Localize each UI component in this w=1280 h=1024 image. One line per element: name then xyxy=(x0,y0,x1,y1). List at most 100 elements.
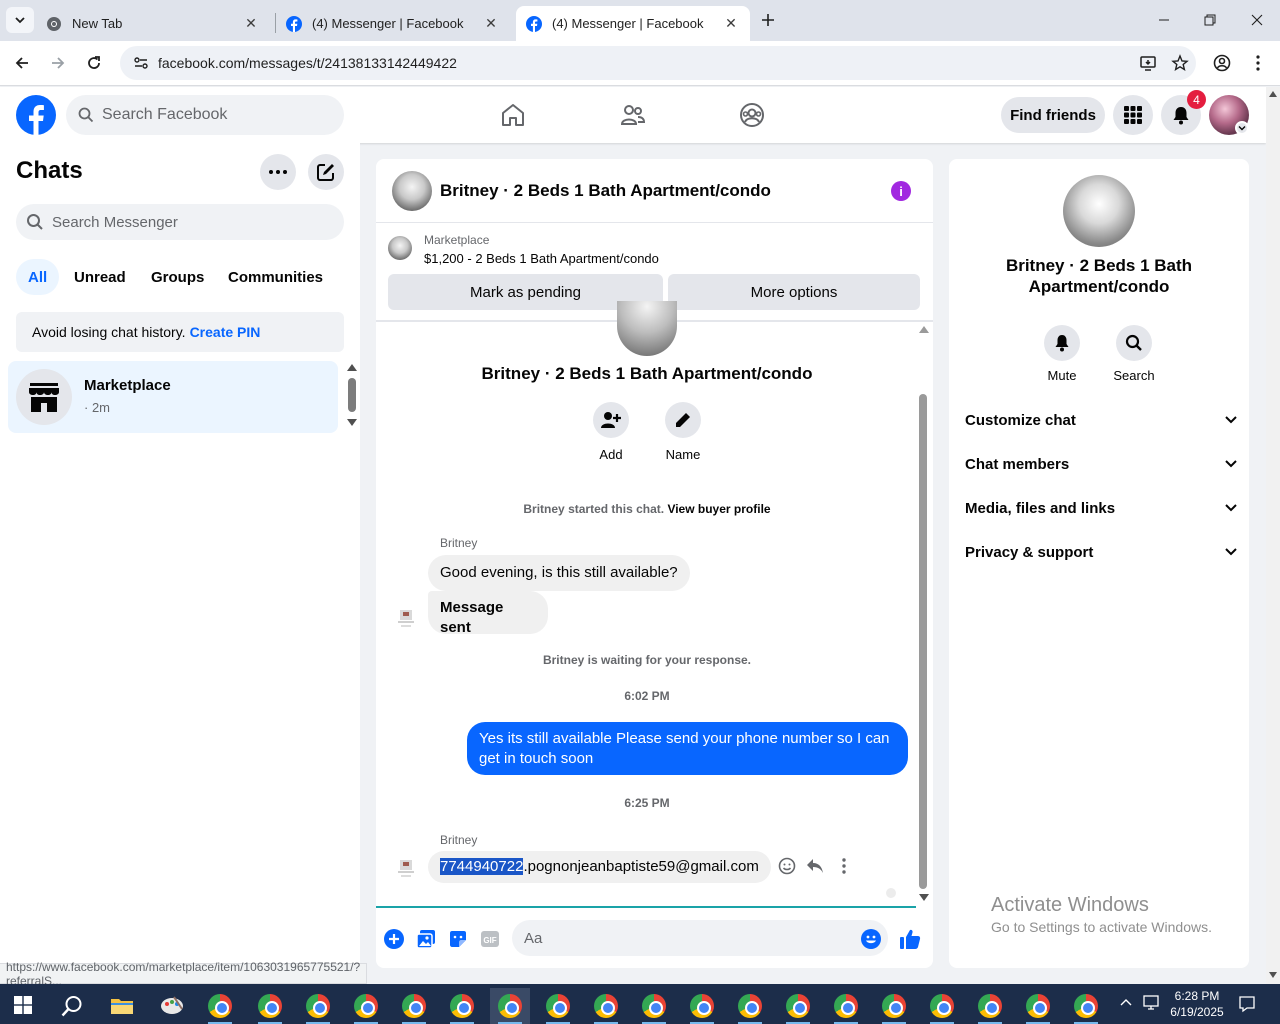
search-in-chat-button[interactable]: Search xyxy=(1104,325,1164,383)
taskbar-chrome[interactable] xyxy=(442,988,482,1024)
filter-unread[interactable]: Unread xyxy=(62,259,138,295)
media-files-links-section[interactable]: Media, files and links xyxy=(965,496,1237,520)
outgoing-message[interactable]: Yes its still available Please send your… xyxy=(467,722,908,775)
scroll-down-arrow-icon[interactable] xyxy=(1269,972,1277,978)
close-icon[interactable]: ✕ xyxy=(722,15,740,33)
tab-messenger-2[interactable]: (4) Messenger | Facebook ✕ xyxy=(516,6,750,41)
page-scrollbar[interactable] xyxy=(1266,87,1280,984)
restore-button[interactable] xyxy=(1187,0,1233,40)
listing-title[interactable]: $1,200 - 2 Beds 1 Bath Apartment/condo xyxy=(424,251,659,266)
scroll-up-arrow-icon[interactable] xyxy=(347,364,357,371)
install-app-icon[interactable] xyxy=(1132,47,1164,79)
taskbar-chrome[interactable] xyxy=(970,988,1010,1024)
minimize-button[interactable] xyxy=(1141,0,1187,40)
messenger-search-input[interactable]: Search Messenger xyxy=(16,204,344,240)
info-icon[interactable]: i xyxy=(891,181,911,201)
more-actions-plus-icon[interactable] xyxy=(383,928,405,950)
attach-photo-icon[interactable] xyxy=(415,928,437,950)
site-info-icon[interactable] xyxy=(126,55,156,71)
new-message-button[interactable] xyxy=(308,154,344,190)
close-icon[interactable]: ✕ xyxy=(482,15,500,33)
close-window-button[interactable] xyxy=(1234,0,1280,40)
scroll-up-arrow-icon[interactable] xyxy=(1269,91,1277,97)
reload-button[interactable] xyxy=(80,49,108,77)
selected-text[interactable]: 7744940722 xyxy=(440,858,524,875)
nav-groups[interactable] xyxy=(735,99,769,131)
menu-button[interactable] xyxy=(1113,95,1153,135)
add-people-button[interactable]: Add xyxy=(581,402,641,462)
mute-button[interactable]: Mute xyxy=(1032,325,1092,383)
customize-chat-section[interactable]: Customize chat xyxy=(965,408,1237,432)
create-pin-link[interactable]: Create PIN xyxy=(190,324,261,340)
like-thumbs-up-icon[interactable] xyxy=(899,928,921,950)
taskbar-chrome[interactable] xyxy=(250,988,290,1024)
filter-communities[interactable]: Communities xyxy=(216,259,335,295)
chevron-up-icon[interactable] xyxy=(1120,998,1132,1006)
view-buyer-profile-link[interactable]: View buyer profile xyxy=(667,502,770,516)
new-tab-button[interactable] xyxy=(756,8,780,32)
taskbar-chrome[interactable] xyxy=(538,988,578,1024)
close-icon[interactable]: ✕ xyxy=(242,15,260,33)
message-input[interactable]: Aa xyxy=(512,920,888,956)
profile-button[interactable] xyxy=(1208,49,1236,77)
account-caret[interactable] xyxy=(1235,121,1249,135)
taskbar-chrome[interactable] xyxy=(1018,988,1058,1024)
taskbar-chrome[interactable] xyxy=(298,988,338,1024)
scroll-down-arrow-icon[interactable] xyxy=(919,894,929,901)
filter-all[interactable]: All xyxy=(16,259,60,295)
windows-start-icon[interactable] xyxy=(14,996,32,1014)
notification-center-icon[interactable] xyxy=(1238,995,1256,1013)
sticker-icon[interactable] xyxy=(447,928,469,950)
chat-members-section[interactable]: Chat members xyxy=(965,452,1237,476)
gif-icon[interactable]: GIF xyxy=(479,928,501,950)
address-bar[interactable]: facebook.com/messages/t/2413813314244942… xyxy=(120,46,1196,80)
conversation-scrollbar[interactable] xyxy=(919,394,927,889)
network-icon[interactable] xyxy=(1143,995,1161,1011)
nav-home[interactable] xyxy=(496,99,530,131)
taskbar-search-button[interactable] xyxy=(52,988,92,1024)
edit-name-button[interactable]: Name xyxy=(653,402,713,462)
listing-thumbnail[interactable] xyxy=(392,171,432,211)
chat-info-avatar[interactable] xyxy=(1063,175,1135,247)
chat-list-item[interactable]: Marketplace · 2m xyxy=(8,361,338,433)
taskbar-chrome[interactable] xyxy=(682,988,722,1024)
tab-search-button[interactable] xyxy=(6,7,34,33)
back-button[interactable] xyxy=(8,49,36,77)
taskbar-chrome[interactable] xyxy=(826,988,866,1024)
incoming-message[interactable]: Message sent xyxy=(428,591,548,636)
taskbar-chrome-active[interactable] xyxy=(490,988,530,1024)
chat-options-button[interactable] xyxy=(260,154,296,190)
taskbar-chrome[interactable] xyxy=(874,988,914,1024)
privacy-support-section[interactable]: Privacy & support xyxy=(965,540,1237,564)
taskbar-chrome[interactable] xyxy=(200,988,240,1024)
bookmark-star-icon[interactable] xyxy=(1164,47,1196,79)
taskbar-chrome[interactable] xyxy=(586,988,626,1024)
filter-groups[interactable]: Groups xyxy=(139,259,216,295)
scroll-down-arrow-icon[interactable] xyxy=(347,419,357,426)
incoming-message[interactable]: 7744940722.pognonjeanbaptiste59@gmail.co… xyxy=(428,851,771,883)
taskbar-chrome[interactable] xyxy=(1066,988,1106,1024)
more-vertical-icon[interactable] xyxy=(842,858,846,874)
system-clock[interactable]: 6:28 PM 6/19/2025 xyxy=(1160,988,1234,1020)
conversation-title[interactable]: Britney · 2 Beds 1 Bath Apartment/condo xyxy=(440,181,771,201)
incoming-message[interactable]: Good evening, is this still available? xyxy=(428,555,690,591)
tab-messenger-1[interactable]: (4) Messenger | Facebook ✕ xyxy=(276,6,510,41)
forward-button[interactable] xyxy=(44,49,72,77)
taskbar-chrome[interactable] xyxy=(922,988,962,1024)
tab-new-tab[interactable]: New Tab ✕ xyxy=(36,6,270,41)
taskbar-chrome[interactable] xyxy=(634,988,674,1024)
taskbar-chrome[interactable] xyxy=(346,988,386,1024)
emoji-icon[interactable] xyxy=(860,928,882,950)
react-smiley-icon[interactable] xyxy=(778,857,796,875)
chat-list-scrollbar[interactable] xyxy=(348,378,356,412)
reply-icon[interactable] xyxy=(806,858,824,874)
browser-menu-button[interactable] xyxy=(1244,49,1272,77)
nav-friends[interactable] xyxy=(616,99,650,131)
taskbar-chrome[interactable] xyxy=(778,988,818,1024)
taskbar-chrome[interactable] xyxy=(730,988,770,1024)
taskbar-chrome[interactable] xyxy=(394,988,434,1024)
taskbar-file-explorer[interactable] xyxy=(102,988,142,1024)
facebook-logo-icon[interactable] xyxy=(16,95,56,135)
scroll-up-arrow-icon[interactable] xyxy=(919,326,929,333)
find-friends-button[interactable]: Find friends xyxy=(1001,97,1105,133)
